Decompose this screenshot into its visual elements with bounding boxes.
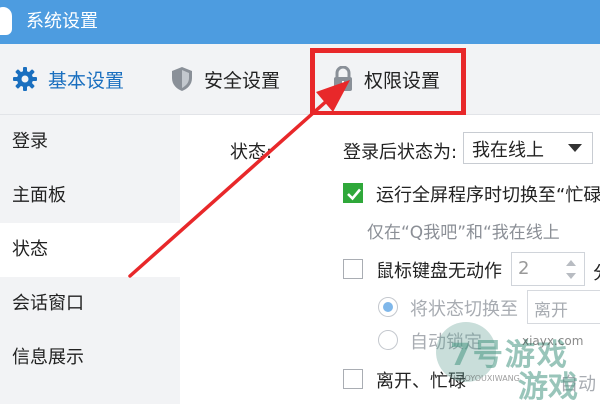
gear-icon [13,67,37,91]
login-status-select[interactable]: 我在线上 [463,132,593,164]
tab-security-settings[interactable]: 安全设置 [170,44,280,114]
switch-status-radio[interactable] [378,297,398,317]
away-checkbox[interactable] [343,369,363,389]
sidebar-item-main-panel[interactable]: 主面板 [0,169,180,223]
site-watermark: 7号游戏 xiayx.com 7HAOYOUXIWANG 游戏 [430,318,600,405]
fullscreen-switch-label: 运行全屏程序时切换至“忙碌 [376,185,600,206]
fullscreen-note: 仅在“Q我吧”和“我在线上 [367,223,560,243]
title-bar: 系统设置 [0,0,600,44]
qq-penguin-icon [0,7,12,35]
status-section-label: 状态: [230,142,273,163]
tab-basic-settings[interactable]: 基本设置 [12,44,124,114]
checkmark-icon [347,188,361,201]
sidebar: 登录 主面板 状态 会话窗口 信息展示 [0,115,180,404]
chevron-down-icon [568,144,582,152]
tab-security-settings-label: 安全设置 [204,69,281,92]
login-status-value: 我在线上 [472,140,544,161]
idle-checkbox[interactable] [343,259,363,279]
sidebar-item-login[interactable]: 登录 [0,115,180,169]
sidebar-item-status[interactable]: 状态 [0,223,180,277]
tab-basic-settings-label: 基本设置 [48,69,125,92]
fullscreen-switch-checkbox[interactable] [343,183,363,203]
watermark-domain: xiayx.com [522,334,584,348]
login-status-label: 登录后状态为: [343,142,458,163]
idle-unit-label: 分 [593,259,600,285]
highlight-box [310,48,466,116]
sidebar-item-info-display[interactable]: 信息展示 [0,331,180,385]
idle-label: 鼠标键盘无动作 [376,261,502,282]
idle-minutes-value: 2 [518,258,530,279]
idle-minutes-stepper[interactable]: 2 [511,252,585,286]
watermark-logo-text-2: 游戏 [518,370,578,405]
window-title: 系统设置 [26,11,98,32]
shield-icon [172,67,192,91]
settings-tab-bar: 基本设置 安全设置 权限设置 [0,44,600,115]
auto-lock-radio[interactable] [378,330,398,350]
stepper-up-icon[interactable] [566,260,576,266]
watermark-subtext: 7HAOYOUXIWANG [448,374,520,383]
stepper-down-icon[interactable] [566,273,576,279]
sidebar-item-chat-window[interactable]: 会话窗口 [0,277,180,331]
